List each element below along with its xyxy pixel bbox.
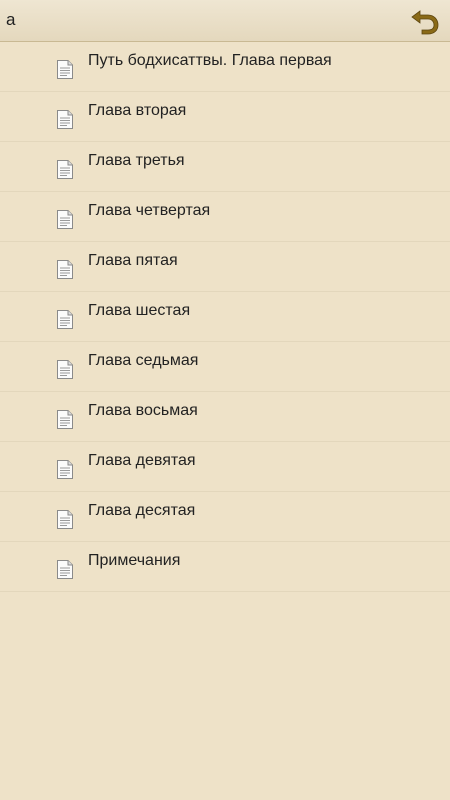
back-button[interactable] [410,7,440,35]
header-bar: а [0,0,450,42]
document-icon [57,110,73,129]
list-item[interactable]: Глава седьмая [0,342,450,392]
document-icon [57,510,73,529]
app-root: а Путь бодхисаттвы. Глава первая Глава в… [0,0,450,800]
list-item-label: Глава третья [88,152,185,169]
list-item-label: Глава девятая [88,452,196,469]
document-icon [57,460,73,479]
list-item[interactable]: Глава пятая [0,242,450,292]
document-icon [57,260,73,279]
list-item-label: Глава восьмая [88,402,198,419]
chapter-list: Путь бодхисаттвы. Глава первая Глава вто… [0,42,450,592]
list-item[interactable]: Глава четвертая [0,192,450,242]
list-item-label: Глава шестая [88,302,191,319]
list-item[interactable]: Глава девятая [0,442,450,492]
page-title: а [6,10,16,29]
list-item[interactable]: Глава вторая [0,92,450,142]
document-icon [57,160,73,179]
document-icon [57,60,73,79]
list-item-label: Глава четвертая [88,202,211,219]
back-arrow-icon [411,10,439,35]
document-icon [57,410,73,429]
document-icon [57,360,73,379]
document-icon [57,560,73,579]
list-item-label: Глава десятая [88,502,196,519]
list-item-label: Глава вторая [88,102,187,119]
list-item-label: Глава седьмая [88,352,199,369]
document-icon [57,310,73,329]
list-item[interactable]: Примечания [0,542,450,592]
document-icon [57,210,73,229]
list-item-label: Глава пятая [88,252,178,269]
list-item[interactable]: Глава шестая [0,292,450,342]
list-item-label: Примечания [88,552,181,569]
list-item[interactable]: Глава третья [0,142,450,192]
list-item-label: Путь бодхисаттвы. Глава первая [88,52,332,69]
list-item[interactable]: Глава восьмая [0,392,450,442]
list-item[interactable]: Глава десятая [0,492,450,542]
list-item[interactable]: Путь бодхисаттвы. Глава первая [0,42,450,92]
